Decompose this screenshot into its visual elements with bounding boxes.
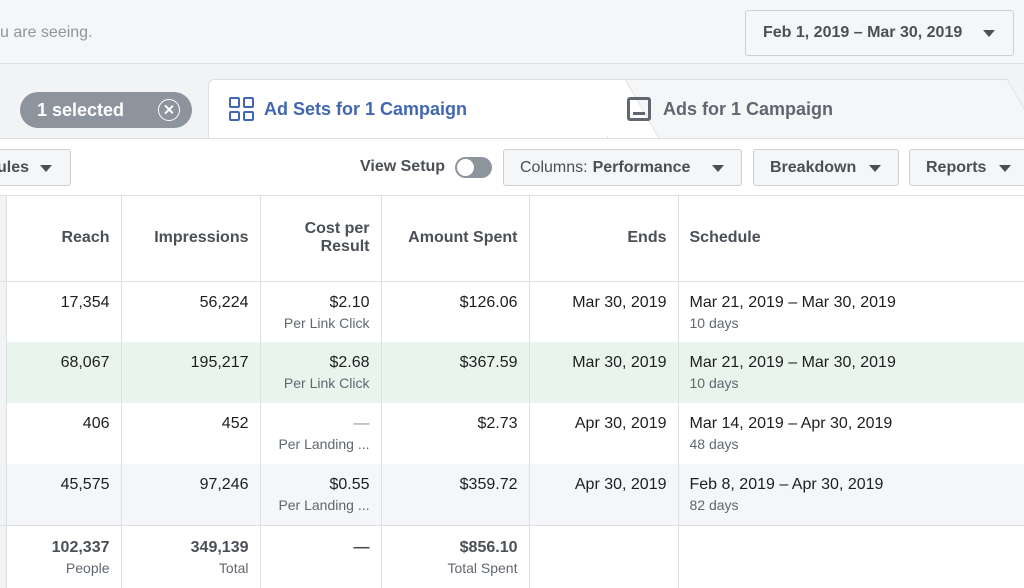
total-impressions: 349,139 xyxy=(190,538,249,556)
tab-ad-sets[interactable]: Ad Sets for 1 Campaign xyxy=(208,79,608,138)
header-cost-line1: Cost per xyxy=(304,220,370,238)
breakdown-label: Breakdown xyxy=(770,158,857,176)
ad-sets-table: Reach Impressions Cost per Result Amount… xyxy=(0,196,1024,588)
top-bar: u are seeing. Feb 1, 2019 – Mar 30, 2019 xyxy=(0,0,1024,64)
view-setup-label: View Setup xyxy=(360,158,446,175)
amount-cell: $359.72 xyxy=(380,464,529,525)
cost-cell: $0.55 Per Landing ... xyxy=(259,464,381,525)
clear-selection-icon[interactable] xyxy=(158,99,180,121)
selected-filter-pill[interactable]: 1 selected xyxy=(20,92,192,128)
reach-cell: 45,575 xyxy=(5,464,121,525)
total-impressions-cell: 349,139 Total xyxy=(120,524,260,588)
total-amount-cell: $856.10 Total Spent xyxy=(380,524,529,588)
schedule-range: Mar 14, 2019 – Apr 30, 2019 xyxy=(689,415,893,432)
rules-label: ules xyxy=(0,158,30,176)
cost-type: Per Landing ... xyxy=(278,436,370,452)
total-cost: — xyxy=(353,538,370,556)
total-impressions-unit: Total xyxy=(218,559,249,576)
chevron-down-icon xyxy=(712,165,724,172)
tab-ads-label: Ads for 1 Campaign xyxy=(663,98,834,119)
impressions-cell: 97,246 xyxy=(120,464,260,525)
header-ends[interactable]: Ends xyxy=(528,196,678,282)
chevron-down-icon xyxy=(999,165,1011,172)
total-schedule-cell xyxy=(677,524,1024,588)
schedule-range: Feb 8, 2019 – Apr 30, 2019 xyxy=(689,476,884,493)
ends-cell: Apr 30, 2019 xyxy=(528,464,678,525)
ad-icon xyxy=(627,97,651,121)
chevron-down-icon xyxy=(983,30,995,37)
schedule-duration: 10 days xyxy=(689,375,739,391)
total-ends-cell xyxy=(528,524,678,588)
columns-value: Performance xyxy=(592,158,691,176)
total-cost-cell: — xyxy=(259,524,381,588)
reach-cell: 68,067 xyxy=(5,342,121,403)
schedule-cell: Mar 21, 2019 – Mar 30, 2019 10 days xyxy=(677,281,1024,342)
cost-cell: $2.10 Per Link Click xyxy=(259,281,381,342)
schedule-cell: Mar 21, 2019 – Mar 30, 2019 10 days xyxy=(677,342,1024,403)
search-hint-text: u are seeing. xyxy=(0,24,93,41)
toggle-knob xyxy=(457,159,474,176)
schedule-cell: Feb 8, 2019 – Apr 30, 2019 82 days xyxy=(677,464,1024,525)
cost-type: Per Link Click xyxy=(283,375,370,391)
amount-cell: $367.59 xyxy=(380,342,529,403)
header-cost-line2: Result xyxy=(320,238,370,256)
reports-button[interactable]: Reports xyxy=(909,149,1024,186)
total-reach-unit: People xyxy=(65,559,110,576)
cost-cell: $2.68 Per Link Click xyxy=(259,342,381,403)
cost-cell: — Per Landing ... xyxy=(259,403,381,464)
amount-cell: $126.06 xyxy=(380,281,529,342)
cost-type: Per Link Click xyxy=(283,314,370,331)
header-cost-per-result[interactable]: Cost per Result xyxy=(259,196,381,282)
chevron-down-icon xyxy=(869,165,881,172)
schedule-duration: 10 days xyxy=(689,314,739,331)
ends-cell: Apr 30, 2019 xyxy=(528,403,678,464)
cost-value: $0.55 xyxy=(329,476,370,493)
cost-type: Per Landing ... xyxy=(278,497,370,513)
schedule-range: Mar 21, 2019 – Mar 30, 2019 xyxy=(689,354,896,371)
cost-value: $2.68 xyxy=(329,354,370,371)
total-amount: $856.10 xyxy=(459,538,518,556)
schedule-duration: 48 days xyxy=(689,436,739,452)
impressions-cell: 452 xyxy=(120,403,260,464)
totals-row: 102,337 People 349,139 Total — $856.10 T… xyxy=(0,524,1024,588)
header-impressions[interactable]: Impressions xyxy=(120,196,260,282)
breakdown-button[interactable]: Breakdown xyxy=(753,149,899,186)
header-schedule[interactable]: Schedule xyxy=(677,196,1024,282)
reach-cell: 406 xyxy=(5,403,121,464)
ends-cell: Mar 30, 2019 xyxy=(528,342,678,403)
reach-cell: 17,354 xyxy=(5,281,121,342)
impressions-cell: 195,217 xyxy=(120,342,260,403)
table-row[interactable]: 68,067 195,217 $2.68 Per Link Click $367… xyxy=(0,342,1024,403)
header-reach[interactable]: Reach xyxy=(5,196,121,282)
schedule-duration: 82 days xyxy=(689,497,739,513)
columns-button[interactable]: Columns: Performance xyxy=(503,149,742,186)
table-header-row: Reach Impressions Cost per Result Amount… xyxy=(0,196,1024,282)
columns-prefix: Columns: xyxy=(520,158,588,176)
date-range-label: Feb 1, 2019 – Mar 30, 2019 xyxy=(763,24,963,41)
ad-sets-grid-icon xyxy=(229,97,255,121)
schedule-cell: Mar 14, 2019 – Apr 30, 2019 48 days xyxy=(677,403,1024,464)
table-row[interactable]: 17,354 56,224 $2.10 Per Link Click $126.… xyxy=(0,281,1024,342)
cost-value: $2.10 xyxy=(329,293,370,311)
chevron-down-icon xyxy=(40,165,52,172)
reports-label: Reports xyxy=(926,158,987,176)
table-row[interactable]: 406 452 — Per Landing ... $2.73 Apr 30, … xyxy=(0,403,1024,464)
schedule-range: Mar 21, 2019 – Mar 30, 2019 xyxy=(689,293,896,311)
amount-cell: $2.73 xyxy=(380,403,529,464)
rules-button[interactable]: ules xyxy=(0,149,71,186)
total-reach: 102,337 xyxy=(51,538,110,556)
tab-ads[interactable]: Ads for 1 Campaign xyxy=(606,79,1006,138)
view-setup-toggle[interactable] xyxy=(455,157,492,178)
cost-value: — xyxy=(353,415,370,432)
selected-count-label: 1 selected xyxy=(37,99,125,120)
tab-ad-sets-label: Ad Sets for 1 Campaign xyxy=(264,98,468,119)
total-amount-unit: Total Spent xyxy=(447,559,518,576)
ends-cell: Mar 30, 2019 xyxy=(528,281,678,342)
total-reach-cell: 102,337 People xyxy=(5,524,121,588)
table-toolbar: ules View Setup Columns: Performance Bre… xyxy=(0,138,1024,196)
impressions-cell: 56,224 xyxy=(120,281,260,342)
date-range-picker[interactable]: Feb 1, 2019 – Mar 30, 2019 xyxy=(745,10,1014,56)
header-amount-spent[interactable]: Amount Spent xyxy=(380,196,529,282)
table-row[interactable]: 45,575 97,246 $0.55 Per Landing ... $359… xyxy=(0,464,1024,525)
